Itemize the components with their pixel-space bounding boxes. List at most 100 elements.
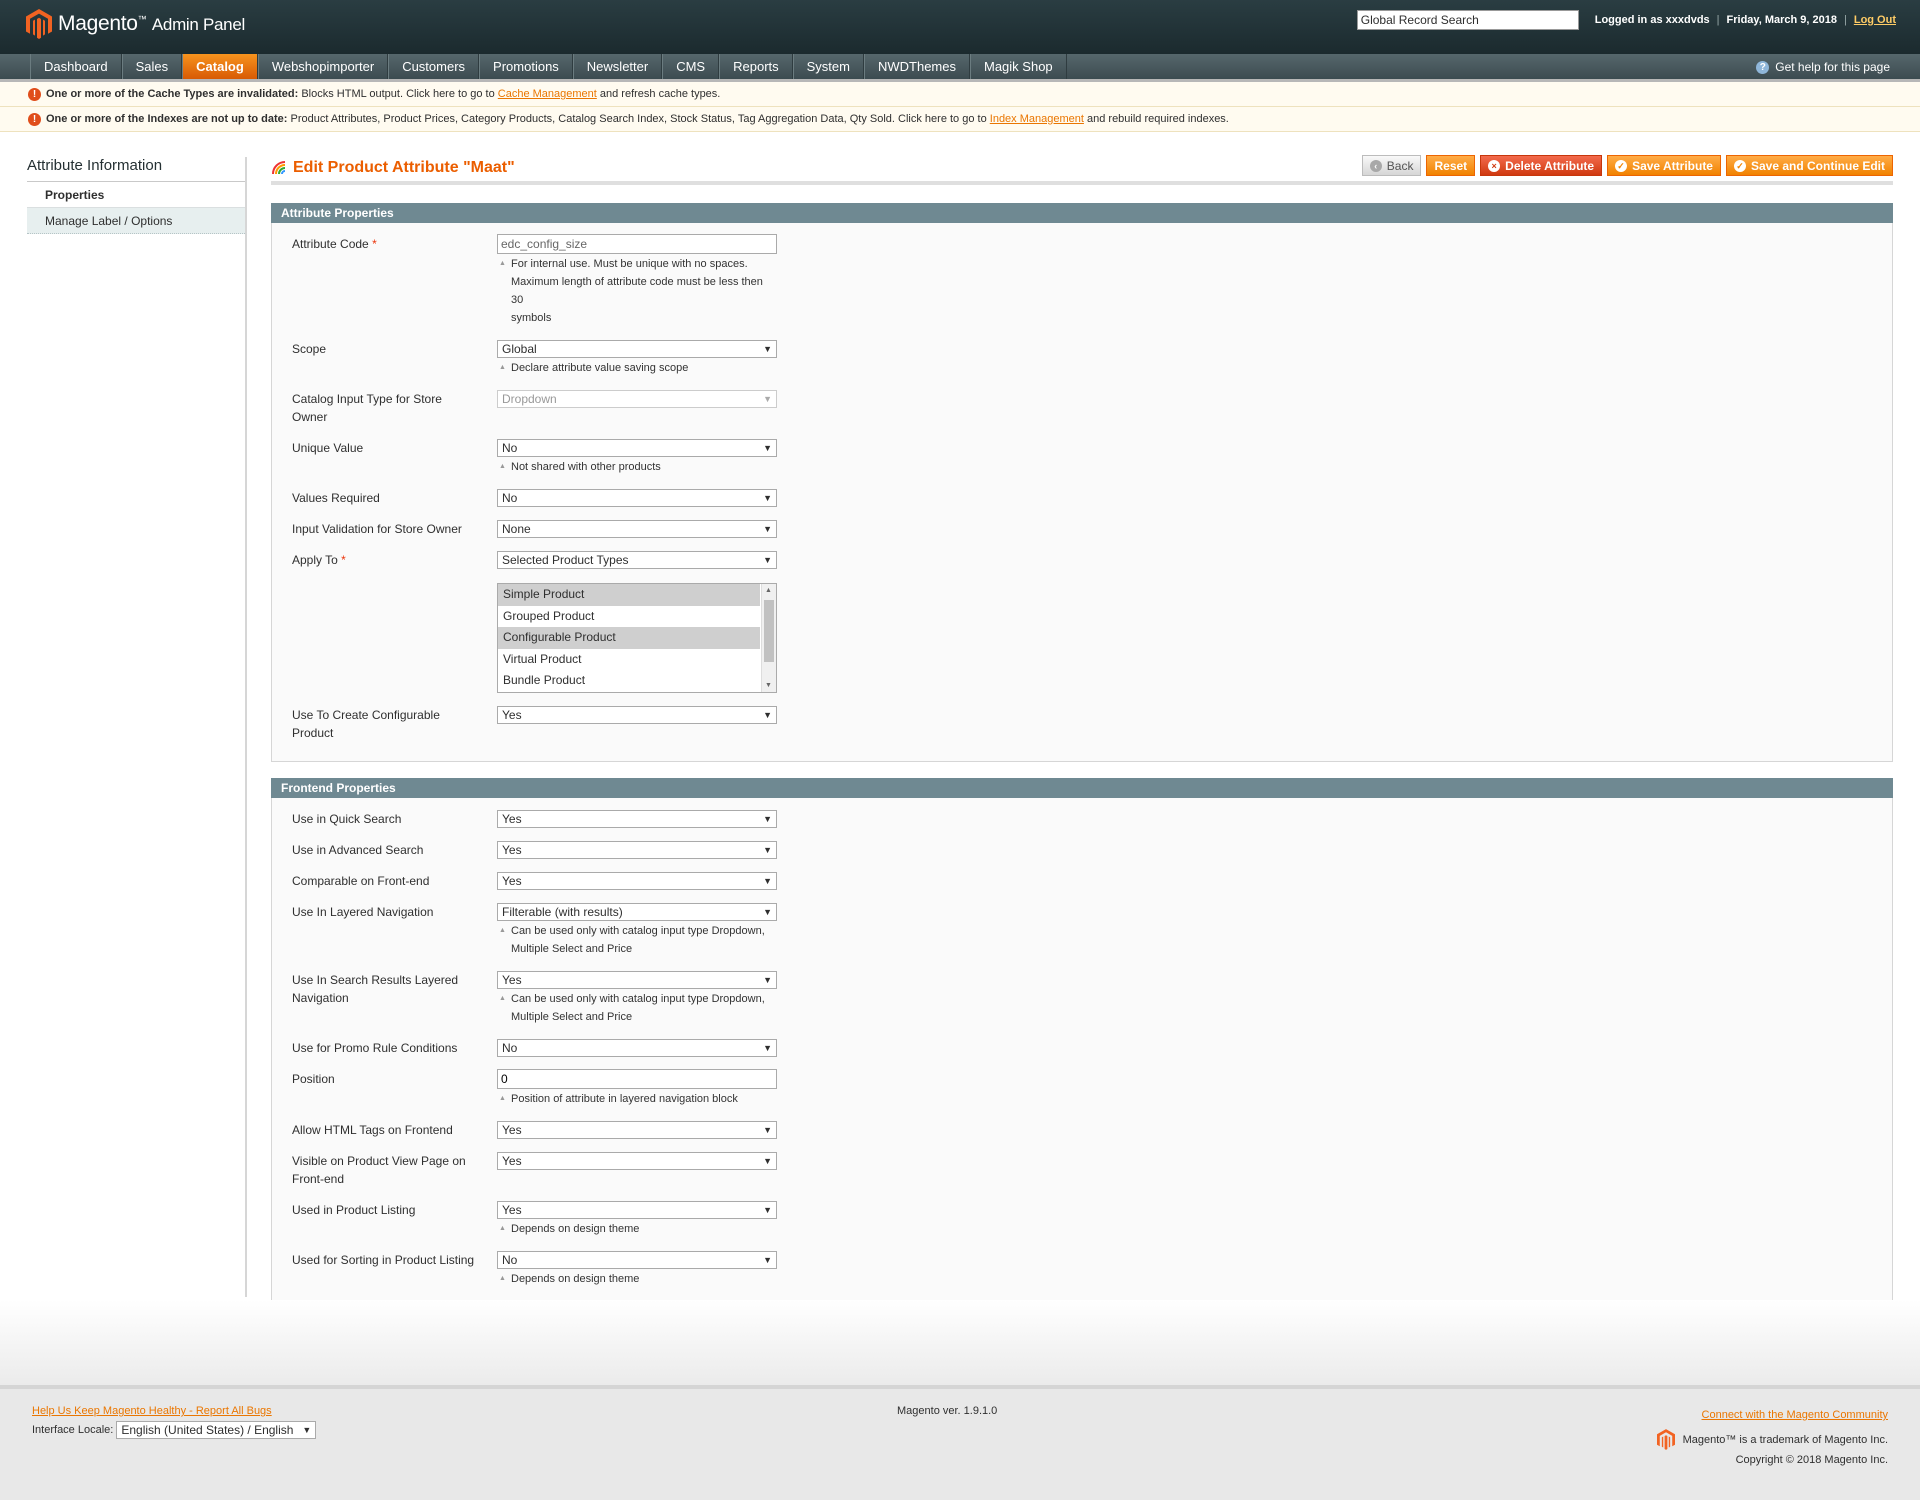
search-layered-label: Use In Search Results Layered Navigation — [292, 973, 459, 1005]
promo-select[interactable]: No ▼ — [497, 1039, 777, 1057]
chevron-down-icon: ▼ — [302, 1425, 312, 1435]
nav-cms[interactable]: CMS — [662, 54, 720, 79]
tab-properties[interactable]: Properties — [27, 182, 247, 208]
validation-label: Input Validation for Store Owner — [292, 522, 462, 536]
nav-catalog[interactable]: Catalog — [182, 54, 258, 79]
required-select[interactable]: No ▼ — [497, 489, 777, 507]
save-continue-button[interactable]: ✓ Save and Continue Edit — [1725, 155, 1893, 176]
layered-nav-select[interactable]: Filterable (with results) ▼ — [497, 903, 777, 921]
main-content: Edit Product Attribute "Maat" ‹ Back Rese… — [271, 155, 1893, 1324]
product-type-option[interactable]: Virtual Product — [498, 649, 760, 671]
html-tags-select[interactable]: Yes ▼ — [497, 1121, 777, 1139]
scope-label: Scope — [292, 342, 327, 356]
row-advanced-search: Use in Advanced Search Yes ▼ — [292, 837, 1892, 859]
cache-management-link[interactable]: Cache Management — [498, 88, 597, 100]
chevron-down-icon: ▼ — [763, 1156, 772, 1166]
validation-select[interactable]: None ▼ — [497, 520, 777, 538]
attribute-code-label: Attribute Code * — [292, 237, 377, 251]
sorting-select[interactable]: No ▼ — [497, 1251, 777, 1269]
logout-link[interactable]: Log Out — [1854, 14, 1896, 26]
help-link[interactable]: ? Get help for this page — [1756, 60, 1890, 74]
action-buttons: ‹ Back Reset × Delete Attribute ✓ Save Attr… — [1357, 155, 1893, 176]
product-types-multiselect[interactable]: Simple Product Grouped Product Configura… — [497, 583, 777, 693]
visible-select[interactable]: Yes ▼ — [497, 1152, 777, 1170]
back-button[interactable]: ‹ Back — [1361, 155, 1422, 176]
scrollbar[interactable]: ▲ ▼ — [761, 584, 776, 692]
nav-newsletter[interactable]: Newsletter — [572, 54, 663, 79]
magento-logo[interactable]: Magento™ Admin Panel — [26, 9, 245, 39]
product-type-option[interactable]: Configurable Product — [498, 627, 760, 649]
save-attribute-button[interactable]: ✓ Save Attribute — [1607, 155, 1721, 176]
nav-magik-shop[interactable]: Magik Shop — [970, 54, 1067, 79]
scope-select[interactable]: Global ▼ — [497, 340, 777, 358]
product-type-option[interactable]: Simple Product — [498, 584, 760, 606]
page-title-text: Edit Product Attribute "Maat" — [293, 159, 515, 176]
nav-nwdthemes[interactable]: NWDThemes — [863, 54, 970, 79]
separator: | — [1843, 14, 1847, 26]
row-position: Position Position of attribute in layere… — [292, 1066, 1892, 1108]
chevron-down-icon: ▼ — [763, 907, 772, 917]
nav-sales[interactable]: Sales — [121, 54, 183, 79]
nav-dashboard[interactable]: Dashboard — [30, 54, 122, 79]
product-type-option[interactable]: Grouped Product — [498, 606, 760, 628]
magento-logo-icon — [1656, 1429, 1675, 1450]
chevron-down-icon: ▼ — [763, 344, 772, 354]
nav-reports[interactable]: Reports — [719, 54, 793, 79]
frontend-properties-fieldset: Use in Quick Search Yes ▼ Use in Advanced… — [271, 798, 1893, 1308]
footer-left: Help Us Keep Magento Healthy - Report Al… — [32, 1405, 317, 1439]
unique-select[interactable]: No ▼ — [497, 439, 777, 457]
scope-note: Declare attribute value saving scope — [497, 359, 777, 377]
tab-manage-label-options[interactable]: Manage Label / Options — [27, 208, 247, 234]
scroll-up-icon[interactable]: ▲ — [765, 587, 772, 594]
row-html-tags: Allow HTML Tags on Frontend Yes ▼ — [292, 1117, 1892, 1139]
advanced-search-label: Use in Advanced Search — [292, 843, 424, 857]
sidebar-title: Attribute Information — [27, 157, 247, 182]
attribute-code-note: For internal use. Must be unique with no… — [497, 255, 777, 327]
checkmark-icon: ✓ — [1733, 159, 1746, 172]
row-required: Values Required No ▼ — [292, 485, 1892, 507]
apply-to-select[interactable]: Selected Product Types ▼ — [497, 551, 777, 569]
notice-after: and refresh cache types. — [596, 88, 721, 100]
nav-system[interactable]: System — [792, 54, 864, 79]
chevron-down-icon: ▼ — [763, 1043, 772, 1053]
reset-label: Reset — [1434, 158, 1468, 173]
sorting-label: Used for Sorting in Product Listing — [292, 1253, 475, 1267]
search-layered-select[interactable]: Yes ▼ — [497, 971, 777, 989]
unique-note: Not shared with other products — [497, 458, 777, 476]
scroll-down-icon[interactable]: ▼ — [765, 682, 772, 689]
index-management-link[interactable]: Index Management — [990, 113, 1084, 125]
version-text: Magento ver. 1.9.1.0 — [897, 1405, 998, 1417]
help-label: Get help for this page — [1775, 60, 1890, 74]
delete-attribute-button[interactable]: × Delete Attribute — [1480, 155, 1603, 176]
nav-customers[interactable]: Customers — [388, 54, 480, 79]
nav-promotions[interactable]: Promotions — [479, 54, 573, 79]
chevron-down-icon: ▼ — [763, 975, 772, 985]
error-icon: ! — [28, 88, 41, 101]
scroll-thumb[interactable] — [764, 600, 774, 662]
row-search-layered: Use In Search Results Layered Navigation … — [292, 967, 1892, 1026]
chevron-down-icon: ▼ — [763, 443, 772, 453]
comparable-select[interactable]: Yes ▼ — [497, 872, 777, 890]
attribute-icon — [272, 161, 286, 175]
global-search-input[interactable] — [1356, 10, 1579, 30]
listing-select[interactable]: Yes ▼ — [497, 1201, 777, 1219]
error-icon: ! — [28, 113, 41, 126]
nav-webshopimporter[interactable]: Webshopimporter — [257, 54, 389, 79]
quick-search-select[interactable]: Yes ▼ — [497, 810, 777, 828]
position-input[interactable] — [497, 1069, 777, 1089]
chevron-down-icon: ▼ — [763, 710, 772, 720]
row-scope: Scope Global▼ Declare attribute value sa… — [292, 336, 1892, 377]
trademark-line: Magento™ is a trademark of Magento Inc. — [1656, 1429, 1888, 1450]
community-link[interactable]: Connect with the Magento Community — [1702, 1409, 1888, 1421]
required-label: Values Required — [292, 491, 380, 505]
attribute-code-input[interactable] — [497, 234, 777, 254]
row-input-type: Catalog Input Type for Store Owner Dropdo… — [292, 386, 1892, 426]
report-bugs-link[interactable]: Help Us Keep Magento Healthy - Report Al… — [32, 1405, 272, 1417]
locale-select[interactable]: English (United States) / English ▼ — [116, 1421, 317, 1439]
advanced-search-select[interactable]: Yes ▼ — [497, 841, 777, 859]
row-configurable: Use To Create Configurable Product Yes ▼ — [292, 702, 1892, 742]
reset-button[interactable]: Reset — [1426, 155, 1476, 176]
header-user-area: Logged in as xxxdvds | Friday, March 9, … — [1356, 10, 1896, 30]
product-type-option[interactable]: Bundle Product — [498, 670, 760, 692]
configurable-select[interactable]: Yes ▼ — [497, 706, 777, 724]
